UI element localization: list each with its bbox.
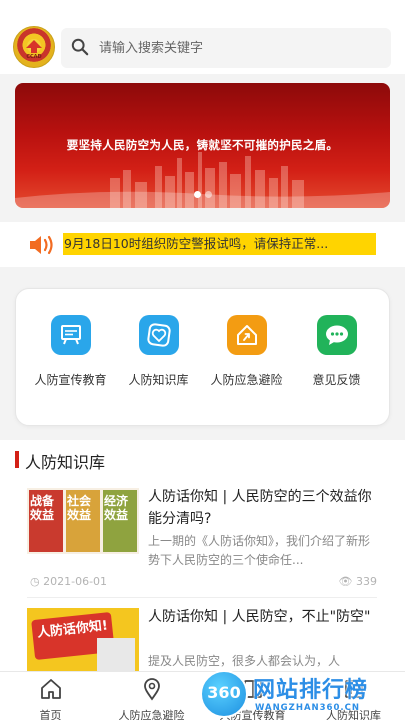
- article-item[interactable]: 战备效益 社会效益 经济效益 人防话你知 | 人民防空的三个效益你能分清吗? 上…: [0, 478, 405, 596]
- section-header: 人防知识库: [0, 440, 405, 478]
- home-icon: [40, 679, 61, 699]
- chat-bubble-icon: [316, 315, 357, 355]
- feature-menu: 人防宣传教育 人防知识库 人防应急避险 意见反馈: [15, 288, 390, 426]
- article-item[interactable]: 人防话你知! 人防话你知 | 人民防空，不止"防空" 提及人民防空，很多人都会认…: [0, 598, 405, 671]
- section-accent-bar: [15, 451, 19, 468]
- presentation-board-icon: [50, 315, 91, 355]
- menu-item-knowledge[interactable]: 人防知识库: [112, 315, 205, 388]
- nav-item-home[interactable]: 首页: [0, 672, 101, 720]
- search-bar[interactable]: [61, 28, 391, 68]
- article-thumbnail: 战备效益 社会效益 经济效益: [27, 488, 139, 554]
- article-views: 👁 339: [339, 575, 377, 588]
- banner-headline: 要坚持人民防空为人民，铸就坚不可摧的护民之盾。: [66, 138, 339, 152]
- article-thumbnail: 人防话你知!: [27, 608, 139, 671]
- search-icon: [71, 38, 89, 56]
- carousel-indicator: [15, 183, 390, 202]
- site-watermark: 360 网站排行榜 WANGZHAN360.CN: [200, 668, 405, 720]
- logo-text: CCAD: [26, 54, 42, 60]
- watermark-title: 网站排行榜: [253, 678, 369, 703]
- house-exit-icon: [226, 315, 267, 355]
- menu-item-label: 人防宣传教育: [34, 373, 107, 387]
- article-date-text: 2021-06-01: [43, 575, 108, 588]
- menu-item-label: 人防知识库: [128, 373, 189, 387]
- location-pin-icon: [143, 678, 160, 701]
- top-bar: CCAD: [0, 0, 405, 74]
- search-input[interactable]: [99, 28, 379, 68]
- section-title: 人防知识库: [25, 453, 106, 472]
- nav-label: 人防应急避险: [118, 709, 185, 720]
- article-title[interactable]: 人防话你知 | 人民防空的三个效益你能分清吗?: [148, 486, 380, 530]
- menu-item-label: 人防应急避险: [210, 373, 283, 387]
- carousel-dot[interactable]: [193, 191, 201, 198]
- menu-item-label: 意见反馈: [312, 373, 361, 387]
- thumb-word: 经济效益: [104, 494, 129, 522]
- watermark-number: 360: [207, 683, 241, 702]
- menu-item-propaganda[interactable]: 人防宣传教育: [24, 315, 117, 388]
- carousel-dot[interactable]: [204, 191, 212, 198]
- eye-icon: 👁: [338, 575, 356, 588]
- speaker-icon: [30, 235, 53, 255]
- banner-carousel[interactable]: 要坚持人民防空为人民，铸就坚不可摧的护民之盾。: [15, 83, 390, 208]
- article-views-count: 339: [356, 575, 377, 588]
- article-desc: 上一期的《人防话你知》，我们介绍了新形势下人民防空的三个使命任...: [148, 534, 371, 567]
- heart-shield-icon: [138, 315, 179, 355]
- article-list: 战备效益 社会效益 经济效益 人防话你知 | 人民防空的三个效益你能分清吗? 上…: [0, 478, 405, 671]
- watermark-subtitle: WANGZHAN360.CN: [255, 703, 360, 713]
- article-title[interactable]: 人防话你知 | 人民防空，不止"防空": [148, 606, 380, 628]
- thumb-word: 社会效益: [67, 494, 92, 522]
- thumb-word: 战备效益: [30, 494, 55, 522]
- nav-item-emergency[interactable]: 人防应急避险: [101, 672, 202, 720]
- app-logo[interactable]: CCAD: [13, 26, 55, 68]
- menu-item-feedback[interactable]: 意见反馈: [290, 315, 383, 388]
- article-date: ◷ 2021-06-01: [30, 575, 107, 588]
- nav-label: 首页: [39, 709, 62, 720]
- clock-icon: ◷: [30, 575, 44, 588]
- menu-item-emergency[interactable]: 人防应急避险: [200, 315, 293, 388]
- notice-bar[interactable]: 9月18日10时组织防空警报试鸣，请保持正常...: [0, 222, 405, 267]
- notice-text[interactable]: 9月18日10时组织防空警报试鸣，请保持正常...: [63, 233, 376, 255]
